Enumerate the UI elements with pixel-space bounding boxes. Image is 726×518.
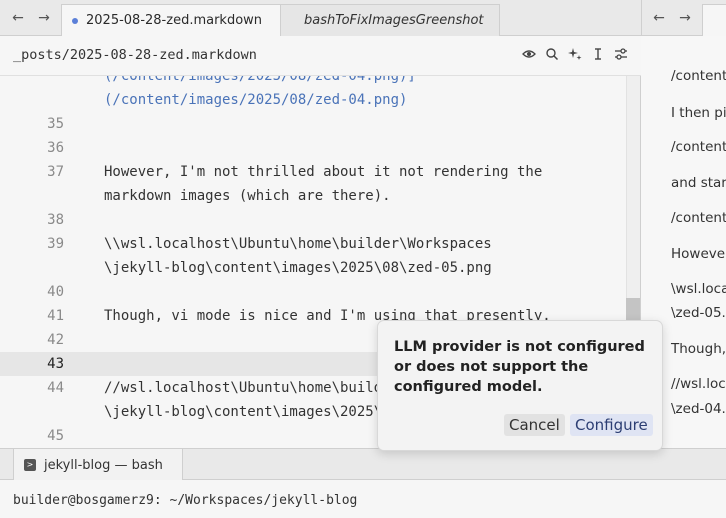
preview-text: /content/images/2025/08/zed-04.png [671,210,726,226]
editor-line[interactable]: (/content/images/2025/08/zed-04.png) [0,88,626,112]
preview-text: \zed-05.png [671,305,726,321]
preview-text: However, I'm not [671,246,726,262]
terminal-prompt: builder@bosgamerz9: ~/Workspaces/jekyll-… [13,493,358,508]
preview-text: \wsl.localhost [671,281,726,297]
llm-provider-dialog: LLM provider is not configured or does n… [377,320,663,451]
configure-button[interactable]: Configure [570,414,653,436]
preview-text: Though, vi mode [671,341,726,357]
editor-line[interactable]: 39 \\wsl.localhost\Ubuntu\home\builder\Wo… [0,232,626,256]
modified-dot-icon [72,17,78,24]
sliders-icon[interactable] [613,47,629,63]
editor-line[interactable]: \jekyll-blog\content\images\2025\08\zed-… [0,256,626,280]
tab-bash-to-fix-images[interactable]: bashToFixImagesGreenshot [280,4,500,36]
editor-line[interactable]: 36 [0,136,626,160]
preview-text: I then picked [671,105,726,121]
eye-icon[interactable] [521,47,537,63]
cancel-button[interactable]: Cancel [504,414,565,436]
dialog-message: LLM provider is not configured or does n… [394,339,645,395]
preview-tab-bar: ← → [641,0,726,36]
editor-line[interactable]: 38 [0,208,626,232]
editor-line[interactable]: 37 However, I'm not thrilled about it not… [0,160,626,184]
editor-line[interactable]: markdown images (which are there). [0,184,626,208]
tab-label: 2025-08-28-zed.markdown [86,13,263,28]
editor-line[interactable]: 35 [0,112,626,136]
forward-arrow-icon[interactable]: → [676,9,694,27]
preview-text: /content/images/2025/08/zed-04.png [671,68,726,84]
forward-arrow-icon[interactable]: → [35,9,53,27]
back-arrow-icon[interactable]: ← [9,9,27,27]
preview-text: //wsl.localhost [671,376,726,392]
tab-label: bashToFixImagesGreenshot [304,13,484,28]
terminal-icon: > [24,459,36,471]
tab-zed-markdown[interactable]: 2025-08-28-zed.markdown [61,4,281,36]
preview-text: /content/images/2025/08/zed-04.png [671,139,726,155]
preview-text: and started [671,175,726,191]
sparkle-icon[interactable] [567,47,583,63]
editor-line[interactable]: (/content/images/2025/08/zed-04.png)] [0,76,626,88]
terminal-tab-bar: > jekyll-blog — bash [0,448,726,481]
back-arrow-icon[interactable]: ← [650,9,668,27]
tab-bar: ← → 2025-08-28-zed.markdown bashToFixIma… [0,0,641,36]
search-icon[interactable] [544,47,560,63]
terminal-tab[interactable]: > jekyll-blog — bash [13,449,183,481]
editor-line[interactable]: 40 [0,280,626,304]
text-cursor-icon[interactable] [590,47,606,63]
breadcrumb-bar: _posts/2025-08-28-zed.markdown [0,36,641,76]
breadcrumb[interactable]: _posts/2025-08-28-zed.markdown [13,47,257,63]
preview-text: \zed-04.png [671,401,726,417]
terminal[interactable]: builder@bosgamerz9: ~/Workspaces/jekyll-… [0,480,726,518]
tab-preview[interactable] [702,4,726,36]
terminal-tab-label: jekyll-blog — bash [44,457,163,473]
